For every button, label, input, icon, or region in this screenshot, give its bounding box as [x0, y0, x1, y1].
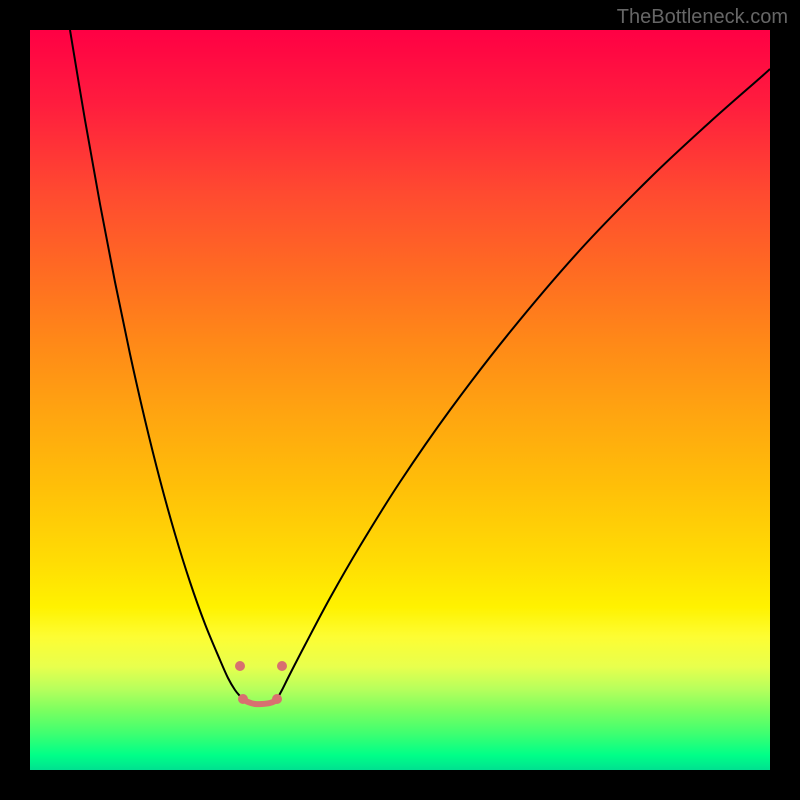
- marker-dot: [272, 694, 282, 704]
- chart-container: TheBottleneck.com: [0, 0, 800, 800]
- marker-dot: [235, 661, 245, 671]
- right-curve-line: [277, 69, 770, 699]
- curve-svg: [30, 30, 770, 770]
- marker-dots: [235, 661, 287, 704]
- left-curve-line: [70, 30, 243, 699]
- bottom-flat-segment: [243, 699, 277, 704]
- marker-dot: [277, 661, 287, 671]
- marker-dot: [238, 694, 248, 704]
- plot-area: [30, 30, 770, 770]
- watermark-text: TheBottleneck.com: [617, 6, 788, 29]
